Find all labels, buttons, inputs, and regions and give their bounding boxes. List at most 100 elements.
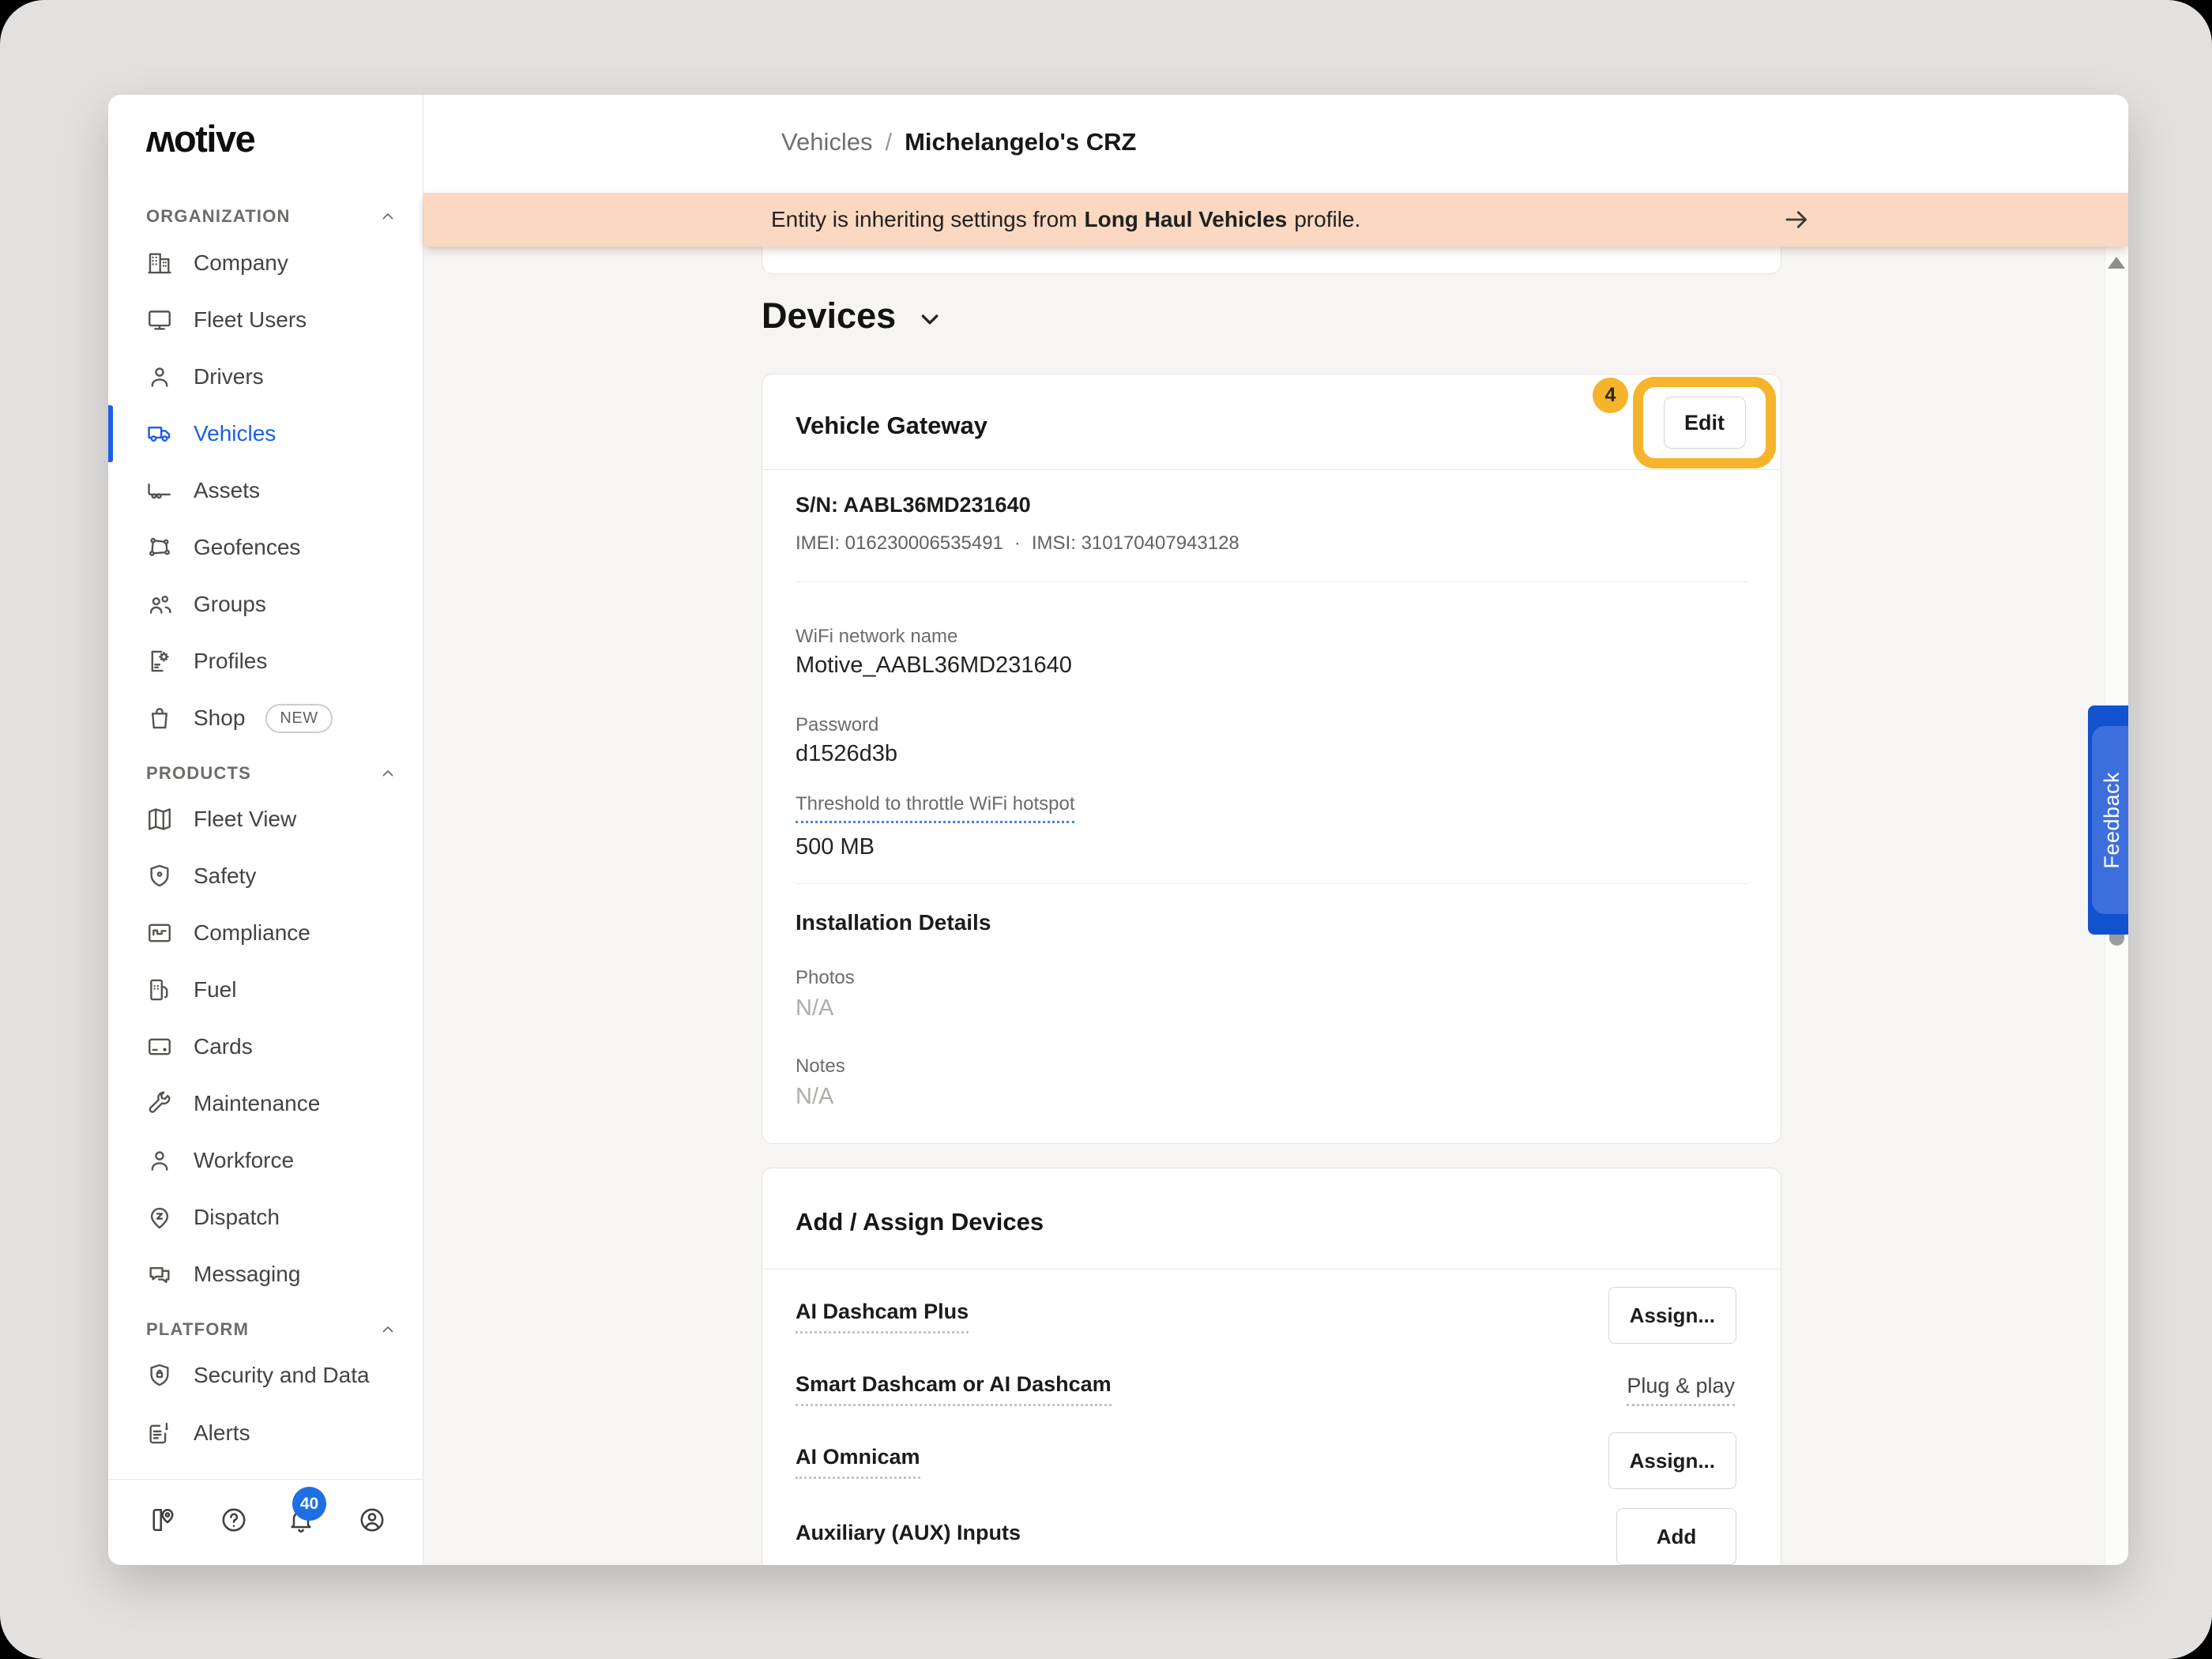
sidebar-item-label: Alerts — [194, 1420, 250, 1446]
app-window: ʍotive ORGANIZATION Company Fleet Users … — [108, 95, 2128, 1565]
photos-label: Photos — [796, 967, 855, 989]
threshold-value: 500 MB — [796, 834, 875, 860]
sidebar-item-dispatch[interactable]: Dispatch — [108, 1189, 423, 1246]
threshold-label: Threshold to throttle WiFi hotspot — [796, 793, 1074, 823]
sidebar-item-label: Maintenance — [194, 1091, 320, 1116]
sidebar-item-alerts[interactable]: Alerts — [108, 1405, 423, 1462]
sidebar-item-fleet-users[interactable]: Fleet Users — [108, 292, 423, 348]
divider — [762, 469, 1781, 470]
sidebar-item-label: Shop — [194, 705, 245, 731]
chevron-down-icon[interactable] — [915, 304, 945, 334]
sidebar-item-company[interactable]: Company — [108, 235, 423, 292]
breadcrumb-section-link[interactable]: Vehicles — [781, 128, 872, 156]
devices-section-header: Devices — [762, 295, 945, 337]
sidebar-item-label: Profiles — [194, 649, 267, 674]
sidebar-item-geofences[interactable]: Geofences — [108, 519, 423, 576]
device-row-name[interactable]: AI Dashcam Plus — [796, 1300, 969, 1334]
banner-message: Entity is inheriting settings from Long … — [771, 193, 1360, 246]
sidebar-footer-divider — [108, 1479, 423, 1480]
imei-value: IMEI: 016230006535491 — [796, 532, 1003, 555]
sidebar-item-assets[interactable]: Assets — [108, 462, 423, 519]
trailer-icon — [146, 477, 173, 504]
notification-count-badge[interactable]: 40 — [292, 1487, 326, 1521]
dot-separator: · — [1014, 532, 1021, 555]
scroll-up-arrow[interactable] — [2108, 257, 2125, 269]
sidebar-item-cards[interactable]: Cards — [108, 1018, 423, 1075]
edit-button[interactable]: Edit — [1664, 397, 1746, 449]
device-row-name: Auxiliary (AUX) Inputs — [796, 1521, 1021, 1545]
sidebar-item-label: Cards — [194, 1034, 253, 1059]
polygon-icon — [146, 534, 173, 561]
sidebar: ʍotive ORGANIZATION Company Fleet Users … — [108, 95, 423, 1565]
sidebar-item-label: Geofences — [194, 535, 300, 560]
sidebar-item-label: Workforce — [194, 1148, 294, 1173]
banner-prefix: Entity is inheriting settings from — [771, 207, 1078, 232]
sidebar-item-label: Messaging — [194, 1262, 300, 1287]
sidebar-item-compliance[interactable]: Compliance — [108, 905, 423, 961]
threshold-tooltip-trigger[interactable]: Threshold to throttle WiFi hotspot — [796, 793, 1074, 823]
sidebar-item-groups[interactable]: Groups — [108, 576, 423, 633]
chevron-up-icon — [378, 1320, 397, 1339]
section-products[interactable]: PRODUCTS — [146, 763, 408, 784]
installation-details-heading: Installation Details — [796, 910, 991, 935]
card-title: Add / Assign Devices — [796, 1208, 1044, 1236]
monitor-icon — [146, 307, 173, 333]
banner-profile-name: Long Haul Vehicles — [1085, 207, 1288, 232]
person-icon — [146, 363, 173, 390]
section-platform[interactable]: PLATFORM — [146, 1319, 408, 1340]
motive-logo[interactable]: ʍotive — [146, 117, 254, 160]
sidebar-item-label: Safety — [194, 863, 256, 889]
sidebar-item-workforce[interactable]: Workforce — [108, 1132, 423, 1189]
plug-and-play-link[interactable]: Plug & play — [1627, 1374, 1735, 1406]
dispatch-pin-icon — [146, 1204, 173, 1231]
feedback-tab[interactable]: Feedback — [2088, 705, 2128, 935]
edit-button-highlight-ring: Edit — [1633, 377, 1776, 468]
wrench-icon — [146, 1090, 173, 1117]
assign-button[interactable]: Assign... — [1608, 1432, 1736, 1489]
sidebar-item-shop[interactable]: Shop NEW — [108, 690, 423, 747]
map-guide-button[interactable] — [149, 1506, 177, 1534]
sidebar-item-label: Vehicles — [194, 421, 276, 446]
previous-card-edge — [762, 246, 1781, 274]
sidebar-item-label: Security and Data — [194, 1363, 370, 1388]
sidebar-item-label: Fleet Users — [194, 307, 307, 333]
sidebar-item-safety[interactable]: Safety — [108, 848, 423, 905]
sidebar-item-messaging[interactable]: Messaging — [108, 1246, 423, 1303]
sidebar-item-label: Dispatch — [194, 1205, 280, 1230]
section-organization[interactable]: ORGANIZATION — [146, 206, 408, 227]
add-button[interactable]: Add — [1616, 1508, 1736, 1565]
sidebar-item-label: Fleet View — [194, 807, 296, 832]
feedback-tab-inner: Feedback — [2092, 726, 2128, 914]
notes-value: N/A — [796, 1084, 833, 1110]
sidebar-item-maintenance[interactable]: Maintenance — [108, 1075, 423, 1132]
section-label: PRODUCTS — [146, 763, 251, 784]
vehicle-gateway-card: Vehicle Gateway 4 Edit S/N: AABL36MD2316… — [762, 374, 1781, 1144]
section-label: ORGANIZATION — [146, 206, 291, 227]
devices-heading: Devices — [762, 295, 896, 337]
assign-button[interactable]: Assign... — [1608, 1287, 1736, 1344]
banner-arrow-icon[interactable] — [1782, 205, 1811, 234]
device-row-name[interactable]: AI Omnicam — [796, 1445, 920, 1479]
alerts-doc-icon — [146, 1420, 173, 1446]
sidebar-item-fleet-view[interactable]: Fleet View — [108, 791, 423, 848]
feedback-label: Feedback — [2100, 772, 2124, 869]
sidebar-item-drivers[interactable]: Drivers — [108, 348, 423, 405]
sidebar-item-profiles[interactable]: Profiles — [108, 633, 423, 690]
sidebar-item-label: Company — [194, 250, 288, 276]
shield-lock-icon — [146, 1362, 173, 1389]
imei-imsi-row: IMEI: 016230006535491 · IMSI: 3101704079… — [796, 532, 1240, 555]
desktop-canvas: ʍotive ORGANIZATION Company Fleet Users … — [0, 0, 2212, 1659]
sidebar-item-security-and-data[interactable]: Security and Data — [108, 1347, 423, 1404]
sidebar-item-vehicles[interactable]: Vehicles — [108, 405, 423, 462]
divider — [796, 883, 1747, 884]
shield-icon — [146, 863, 173, 890]
sidebar-item-fuel[interactable]: Fuel — [108, 961, 423, 1018]
help-button[interactable] — [220, 1506, 248, 1534]
device-row-name[interactable]: Smart Dashcam or AI Dashcam — [796, 1372, 1112, 1406]
wifi-network-label: WiFi network name — [796, 626, 957, 648]
add-assign-devices-card: Add / Assign Devices AI Dashcam Plus Ass… — [762, 1168, 1781, 1565]
sidebar-item-label: Drivers — [194, 364, 264, 389]
sidebar-item-label: Compliance — [194, 920, 310, 946]
wifi-network-value: Motive_AABL36MD231640 — [796, 653, 1072, 679]
user-profile-button[interactable] — [358, 1506, 386, 1534]
